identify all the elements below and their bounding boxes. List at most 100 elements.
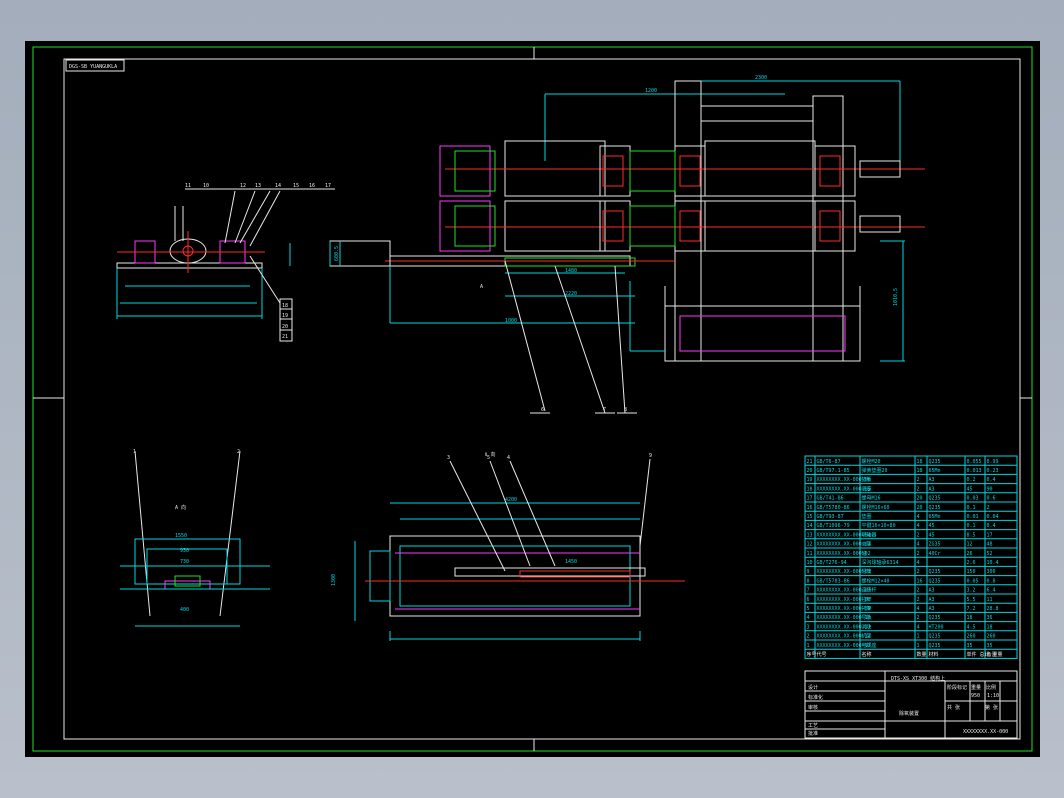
bom-cell: 0.1 (967, 505, 976, 511)
balloon-21: 21 (282, 334, 288, 340)
bom-table: 21 GB/T6-87 螺栓M20 18 Q235 0.055 0.9920 GB/T97.1… (804, 455, 1018, 659)
balloon-7: 7 (603, 407, 606, 413)
bom-cell: 26 (967, 551, 973, 557)
bom-cell: 导轨 (862, 614, 872, 621)
dim-top-left: 1200 (645, 88, 657, 94)
bom-header-cell: 材料 (929, 651, 939, 658)
bom-cell: 7.2 (967, 606, 976, 612)
bom-cell: 深沟球轴承6314 (862, 559, 899, 566)
bom-cell: Q235 (929, 505, 941, 511)
balloon-1: 1 (133, 449, 136, 455)
bom-cell: 21 (807, 459, 813, 465)
bom-cell: 2 (917, 532, 920, 538)
tb-label-standard: 标准化 (808, 694, 823, 701)
bom-header-cell: 代号 (817, 651, 827, 658)
bom-cell: 16 (807, 505, 813, 511)
bom-cell: Q235 (929, 569, 941, 575)
bom-cell: 48 (987, 542, 993, 548)
bom-cell: 托架 (862, 605, 872, 612)
balloon-15: 15 (293, 183, 299, 189)
bom-cell: 11 (807, 551, 813, 557)
bom-cell: 5 (807, 606, 810, 612)
bom-cell: 2 (917, 588, 920, 594)
bom-cell: 8.5 (967, 532, 976, 538)
balloon-13: 13 (255, 183, 261, 189)
bom-cell: 螺栓M12×40 (862, 577, 890, 584)
bom-cell: 辊筒 (862, 568, 872, 575)
bom-header-cell: 数量 (917, 651, 927, 658)
drawing-title: 除氧装置 (899, 710, 919, 717)
tb-label-stage: 阶段标记 (947, 684, 967, 691)
tb-label-approve: 批准 (808, 730, 818, 737)
bom-cell: ZG35 (929, 542, 941, 548)
dim-lower-b: 2220 (565, 291, 577, 297)
dim-lower-a: 1480 (565, 268, 577, 274)
bom-cell: 150 (967, 569, 976, 575)
bom-cell: 2 (917, 597, 920, 603)
bom-cell: GB/T6-87 (817, 459, 841, 465)
bom-cell: 0.05 (967, 578, 979, 584)
bom-cell: 35 (987, 643, 993, 649)
bom-cell: 11 (987, 597, 993, 603)
bom-cell: 10 (807, 560, 813, 566)
bom-cell: Q235 (929, 634, 941, 640)
section-view: A 向 1 2 1550 930 730 400 (120, 449, 270, 627)
bom-cell: 0.055 (967, 459, 982, 465)
bom-cell: 0.4 (987, 523, 996, 529)
bom-cell: Q235 (929, 578, 941, 584)
bom-cell: 12 (967, 542, 973, 548)
bom-header-cell: 单件 总计 重量 (967, 651, 1003, 658)
title-tag-text: DGS-SB YUANGUKLA (69, 64, 117, 70)
bom-cell: 4 (917, 514, 920, 520)
dim-section-w: 930 (180, 548, 189, 554)
balloon-11: 11 (185, 183, 191, 189)
section-marker: A (480, 284, 483, 290)
bom-cell: A3 (929, 477, 935, 483)
bom-cell: 2 (807, 634, 810, 640)
bom-cell: 14 (807, 523, 813, 529)
bom-cell: 轴 (862, 550, 867, 557)
balloon-17: 17 (325, 183, 331, 189)
bom-cell: 联轴器 (862, 531, 877, 538)
tb-label-process: 工艺 (808, 723, 818, 729)
bom-cell: 垫圈 (862, 513, 872, 520)
bom-cell: 0.23 (987, 468, 999, 474)
dim-plan-len: 1450 (565, 559, 577, 565)
bom-cell: 65Mn (929, 468, 941, 474)
bom-cell: 支架 (862, 541, 872, 548)
dim-section-b: 400 (180, 607, 189, 613)
main-front-view: 2300 1200 1010.5 600.5 1480 2220 1000 A … (329, 75, 925, 414)
bom-cell: 40Cr (929, 551, 941, 557)
balloon-20: 20 (282, 324, 288, 330)
dim-top-overall: 2300 (755, 75, 767, 81)
cad-drawing: DGS-SB YUANGUKLA 2300 1200 1010.5 600.5 … (32, 46, 1033, 752)
bom-cell: 2 (917, 551, 920, 557)
bom-cell: 1 (807, 643, 810, 649)
tb-label-design: 设计 (808, 684, 818, 691)
bom-cell: A3 (929, 606, 935, 612)
bom-cell: 连接杆 (862, 587, 877, 594)
bom-cell: 0.1 (967, 523, 976, 529)
bom-cell: 2 (917, 477, 920, 483)
title-block: DTS-XS XT300 结构上 除氧装置 XXXXXXXX.XX-000 1:… (804, 670, 1018, 739)
bom-cell: 52 (987, 551, 993, 557)
bom-cell: 0.4 (987, 477, 996, 483)
lower-roller (504, 200, 606, 252)
bom-cell: GB/T5783-86 (817, 578, 850, 584)
bom-cell: 电机座 (862, 642, 877, 649)
drawing-viewport[interactable]: DGS-SB YUANGUKLA 2300 1200 1010.5 600.5 … (25, 41, 1040, 757)
bom-cell: 8 (807, 578, 810, 584)
bom-cell: 螺栓M20 (862, 458, 881, 465)
tb-label-review: 审核 (808, 704, 818, 711)
bom-cell: GB/T41-86 (817, 496, 844, 502)
bom-cell: 45 (967, 486, 973, 492)
cad-canvas-backdrop: DGS-SB YUANGUKLA 2300 1200 1010.5 600.5 … (0, 0, 1064, 798)
balloon-2: 2 (237, 449, 240, 455)
bom-cell: 4 (917, 542, 920, 548)
bom-cell: GB/T5780-86 (817, 505, 850, 511)
bom-cell: 1 (917, 634, 920, 640)
balloon-19: 19 (282, 313, 288, 319)
bom-cell: 20 (917, 496, 923, 502)
outer-border (32, 46, 1033, 752)
bom-cell: 4 (807, 615, 810, 621)
